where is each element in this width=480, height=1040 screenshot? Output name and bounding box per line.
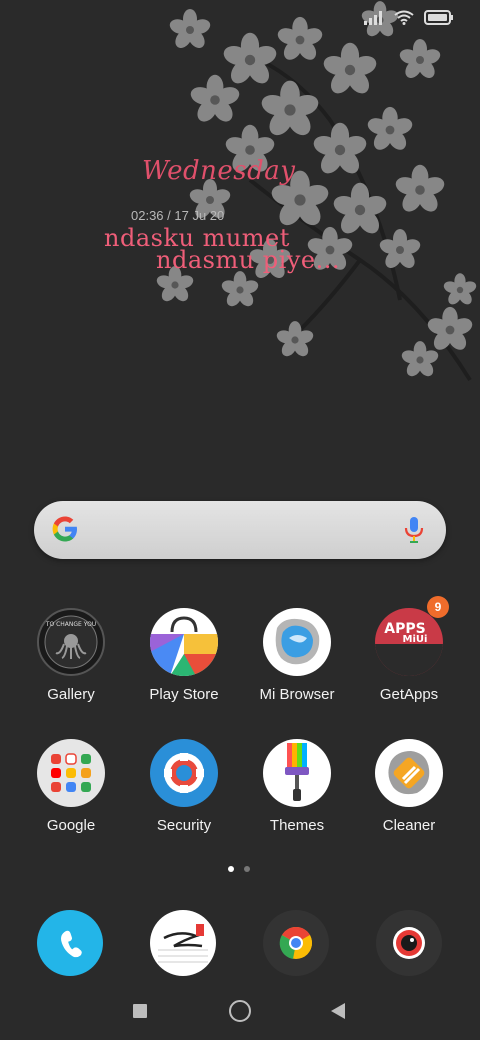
- play-store-icon: [150, 608, 218, 676]
- dock-camera[interactable]: [376, 910, 442, 976]
- gallery-icon: TO CHANGE YOU: [37, 608, 105, 676]
- app-mi-browser[interactable]: Mi Browser: [242, 608, 352, 703]
- page-dot-active[interactable]: [228, 866, 234, 872]
- app-label: Gallery: [47, 686, 95, 703]
- dock-phone[interactable]: [37, 910, 103, 976]
- app-label: GetApps: [379, 686, 439, 703]
- notification-badge: 9: [427, 596, 449, 618]
- battery-icon: [424, 10, 453, 25]
- back-button[interactable]: [331, 1003, 345, 1019]
- phone-icon: [61, 930, 82, 958]
- app-label: Security: [156, 817, 212, 834]
- navigation-bar: [0, 996, 480, 1026]
- widget-weekday[interactable]: Wednesday: [142, 156, 295, 186]
- app-label: Mi Browser: [259, 686, 335, 703]
- dock-notes[interactable]: [150, 910, 216, 976]
- camera-icon: [393, 927, 425, 959]
- dock-chrome[interactable]: [263, 910, 329, 976]
- signal-icon: [364, 10, 382, 25]
- widget-quote-line-2: ndasmu piye...: [156, 246, 340, 274]
- widget-date-time[interactable]: 02:36 / 17 Ju 20: [131, 208, 224, 223]
- security-icon: [150, 739, 218, 807]
- cleaner-icon: [375, 739, 443, 807]
- wifi-icon: [394, 10, 414, 25]
- app-themes[interactable]: Themes: [242, 739, 352, 834]
- app-play-store[interactable]: Play Store: [129, 608, 239, 703]
- page-indicator: [228, 866, 250, 872]
- mi-browser-icon: [263, 608, 331, 676]
- svg-text:TO CHANGE YOU: TO CHANGE YOU: [45, 621, 96, 628]
- themes-icon: [263, 739, 331, 807]
- status-bar: [364, 10, 454, 25]
- app-getapps[interactable]: 9 APPS MiUi GetApps: [354, 596, 464, 703]
- app-label: Play Store: [149, 686, 219, 703]
- app-cleaner[interactable]: Cleaner: [354, 739, 464, 834]
- home-button[interactable]: [229, 1000, 251, 1022]
- getapps-icon: 9 APPS MiUi: [375, 596, 449, 676]
- google-g-icon: [52, 516, 77, 542]
- app-gallery[interactable]: TO CHANGE YOU Gallery: [16, 608, 126, 703]
- google-search-bar[interactable]: [34, 501, 446, 559]
- chrome-icon: [279, 926, 313, 959]
- notes-icon: [158, 924, 208, 963]
- google-folder-icon: [37, 739, 105, 807]
- svg-text:MiUi: MiUi: [403, 634, 428, 645]
- voice-search-mic-icon[interactable]: [404, 516, 424, 544]
- app-label: Themes: [269, 817, 325, 834]
- app-google-folder[interactable]: Google: [16, 739, 126, 834]
- page-dot[interactable]: [244, 866, 250, 872]
- recents-button[interactable]: [133, 1004, 147, 1018]
- app-label: Cleaner: [382, 817, 436, 834]
- app-label: Google: [46, 817, 96, 834]
- app-security[interactable]: Security: [129, 739, 239, 834]
